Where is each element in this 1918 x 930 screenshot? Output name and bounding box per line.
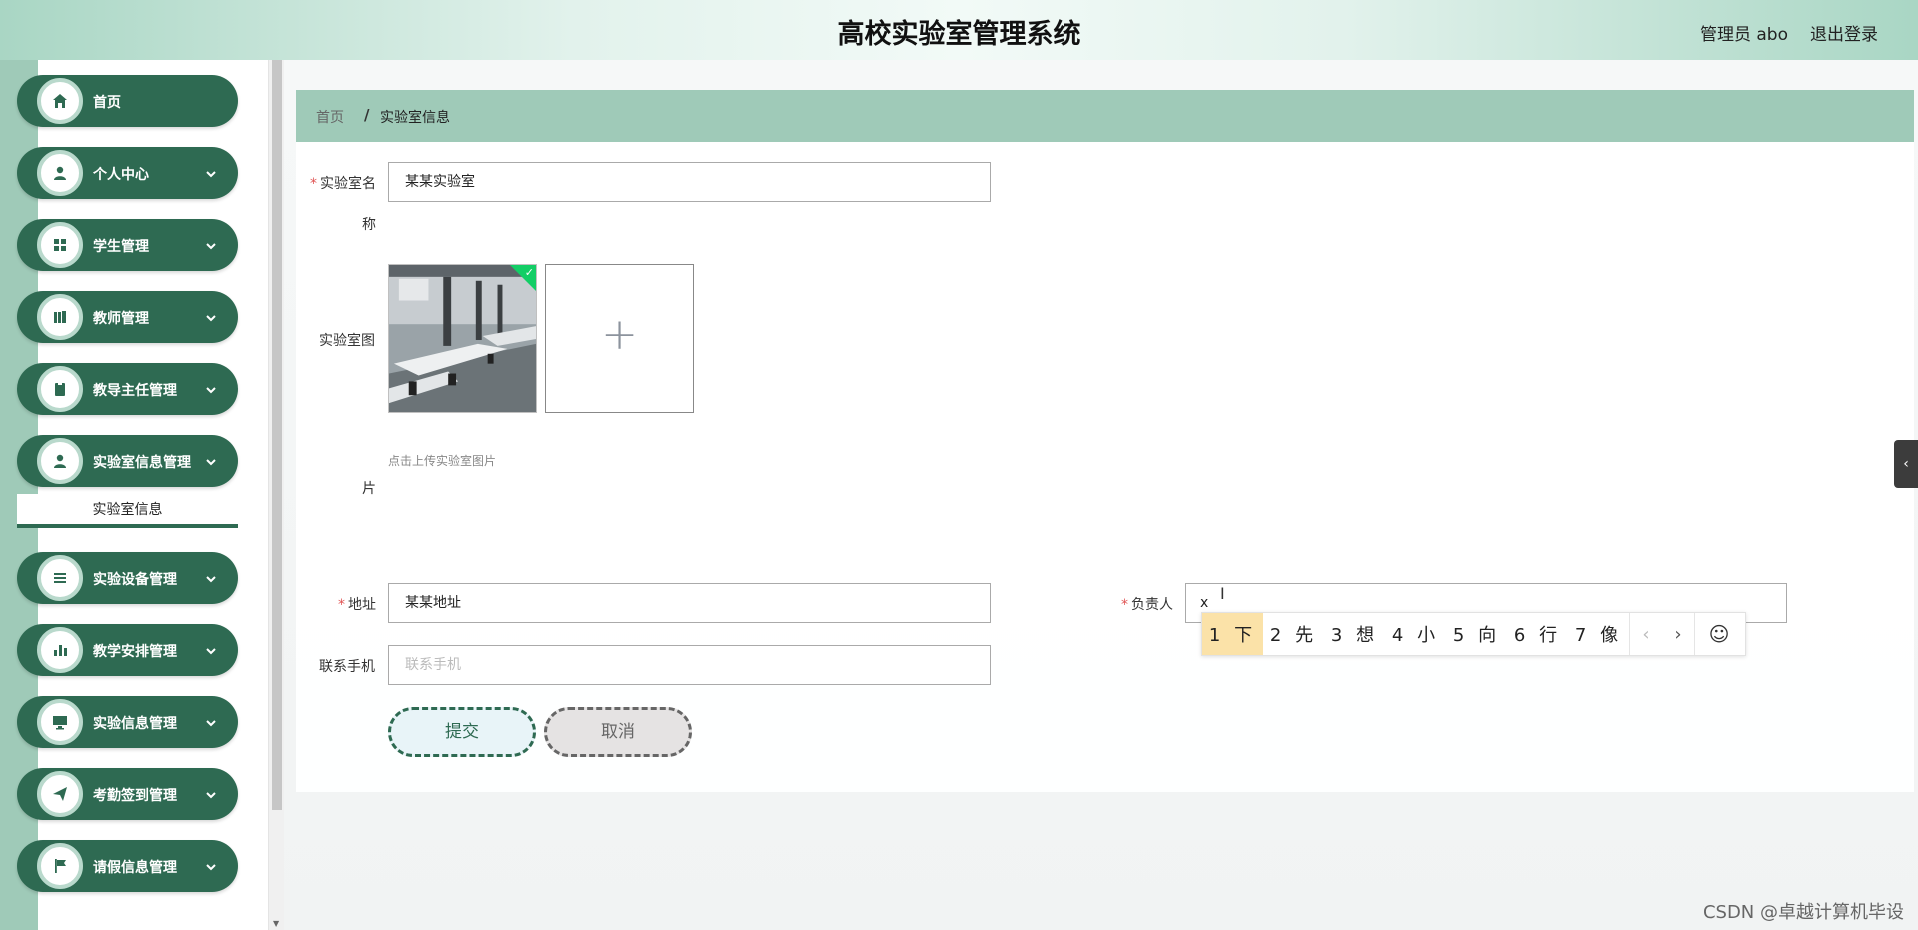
chevron-down-icon — [204, 454, 218, 468]
sidebar-item[interactable]: 实验信息管理 — [17, 696, 238, 748]
phone-label: 联系手机 — [319, 659, 375, 675]
book-icon — [37, 294, 83, 340]
chevron-down-icon — [204, 166, 218, 180]
side-collapse-tab[interactable]: ‹ — [1894, 440, 1918, 488]
lab-image-label-wrap: 片 — [362, 481, 376, 497]
ime-emoji-icon[interactable]: ☺ — [1695, 613, 1743, 655]
chevron-down-icon — [204, 787, 218, 801]
sidebar-item-label: 请假信息管理 — [93, 860, 177, 876]
logout-link[interactable]: 退出登录 — [1810, 20, 1878, 45]
sidebar-item-label: 首页 — [93, 95, 121, 111]
owner-label: * 负责人 — [1121, 597, 1173, 613]
ime-prev-page-icon[interactable]: ‹ — [1630, 613, 1662, 655]
scroll-down-arrow-icon[interactable]: ▼ — [273, 919, 279, 928]
sidebar-item-label: 教学安排管理 — [93, 644, 177, 660]
submenu-item-lab-info[interactable]: 实验室信息 — [17, 494, 238, 528]
ime-candidate[interactable]: 5 向 — [1446, 613, 1507, 655]
sidebar-item-label: 实验室信息管理 — [93, 455, 191, 471]
image-upload-button[interactable]: + — [545, 264, 694, 413]
grid-icon — [37, 222, 83, 268]
bar-chart-icon — [37, 627, 83, 673]
scrollbar-thumb[interactable] — [272, 60, 282, 810]
lab-name-label: * 实验室名 — [310, 176, 376, 192]
monitor-icon — [37, 699, 83, 745]
sidebar-scrollbar[interactable]: ▼ — [268, 60, 284, 930]
sidebar-item-label: 个人中心 — [93, 167, 149, 183]
breadcrumb: 首页 / 实验室信息 — [296, 90, 1914, 142]
top-header: 高校实验室管理系统 管理员 abo 退出登录 — [0, 0, 1918, 60]
ime-candidate[interactable]: 6 行 — [1507, 613, 1568, 655]
ime-candidate-bar: 1 下 2 先 3 想 4 小 5 向 6 行 7 像 ‹ › ☺ — [1201, 612, 1746, 656]
sidebar-item[interactable]: 个人中心 — [17, 147, 238, 199]
sidebar-item[interactable]: 实验室信息管理 — [17, 435, 238, 487]
chevron-down-icon — [204, 382, 218, 396]
sidebar-item-label: 学生管理 — [93, 239, 149, 255]
ime-candidate[interactable]: 2 先 — [1263, 613, 1324, 655]
sidebar-item[interactable]: 教学安排管理 — [17, 624, 238, 676]
chevron-down-icon — [204, 715, 218, 729]
ime-candidate[interactable]: 3 想 — [1324, 613, 1385, 655]
upload-tip: 点击上传实验室图片 — [388, 454, 497, 468]
breadcrumb-home[interactable]: 首页 — [316, 107, 344, 127]
breadcrumb-current: 实验室信息 — [380, 110, 450, 126]
chevron-down-icon — [204, 859, 218, 873]
cancel-button[interactable]: 取消 — [544, 707, 692, 757]
address-label: * 地址 — [338, 597, 376, 613]
text-cursor-icon: I — [1220, 584, 1225, 603]
chevron-down-icon — [204, 238, 218, 252]
phone-input[interactable]: 联系手机 — [388, 645, 991, 685]
sidebar-item-label: 教师管理 — [93, 311, 149, 327]
sidebar-item[interactable]: 实验设备管理 — [17, 552, 238, 604]
chevron-down-icon — [204, 571, 218, 585]
sidebar-item[interactable]: 首页 — [17, 75, 238, 127]
lab-name-label-wrap: 称 — [362, 217, 376, 233]
address-input[interactable]: 某某地址 — [388, 583, 991, 623]
plus-icon: + — [601, 309, 638, 360]
check-icon: ✓ — [524, 266, 534, 279]
user-icon — [37, 438, 83, 484]
sidebar-item[interactable]: 教导主任管理 — [17, 363, 238, 415]
ime-next-page-icon[interactable]: › — [1662, 613, 1694, 655]
sidebar-item-label: 教导主任管理 — [93, 383, 177, 399]
watermark: CSDN @卓越计算机毕设 — [1702, 902, 1904, 923]
sidebar-item[interactable]: 学生管理 — [17, 219, 238, 271]
flag-icon — [37, 843, 83, 889]
chevron-down-icon — [204, 310, 218, 324]
send-icon — [37, 771, 83, 817]
lab-name-input[interactable]: 某某实验室 — [388, 162, 991, 202]
user-icon — [37, 150, 83, 196]
sidebar-item[interactable]: 教师管理 — [17, 291, 238, 343]
chevron-down-icon — [204, 643, 218, 657]
sidebar-item-label: 实验信息管理 — [93, 716, 177, 732]
ime-candidate[interactable]: 4 小 — [1385, 613, 1446, 655]
breadcrumb-separator: / — [364, 106, 370, 124]
list-icon — [37, 555, 83, 601]
current-user: 管理员 abo — [1699, 25, 1788, 45]
app-title: 高校实验室管理系统 — [837, 19, 1081, 50]
lab-image-label: 实验室图 — [319, 333, 375, 349]
uploaded-image-thumbnail[interactable]: ✓ — [388, 264, 537, 413]
sidebar-item[interactable]: 请假信息管理 — [17, 840, 238, 892]
ime-candidate[interactable]: 1 下 — [1202, 613, 1263, 655]
sidebar-item-label: 考勤签到管理 — [93, 788, 177, 804]
sidebar-item[interactable]: 考勤签到管理 — [17, 768, 238, 820]
clipboard-icon — [37, 366, 83, 412]
home-icon — [37, 78, 83, 124]
ime-candidate[interactable]: 7 像 — [1568, 613, 1629, 655]
submit-button[interactable]: 提交 — [388, 707, 536, 757]
sidebar-item-label: 实验设备管理 — [93, 572, 177, 588]
